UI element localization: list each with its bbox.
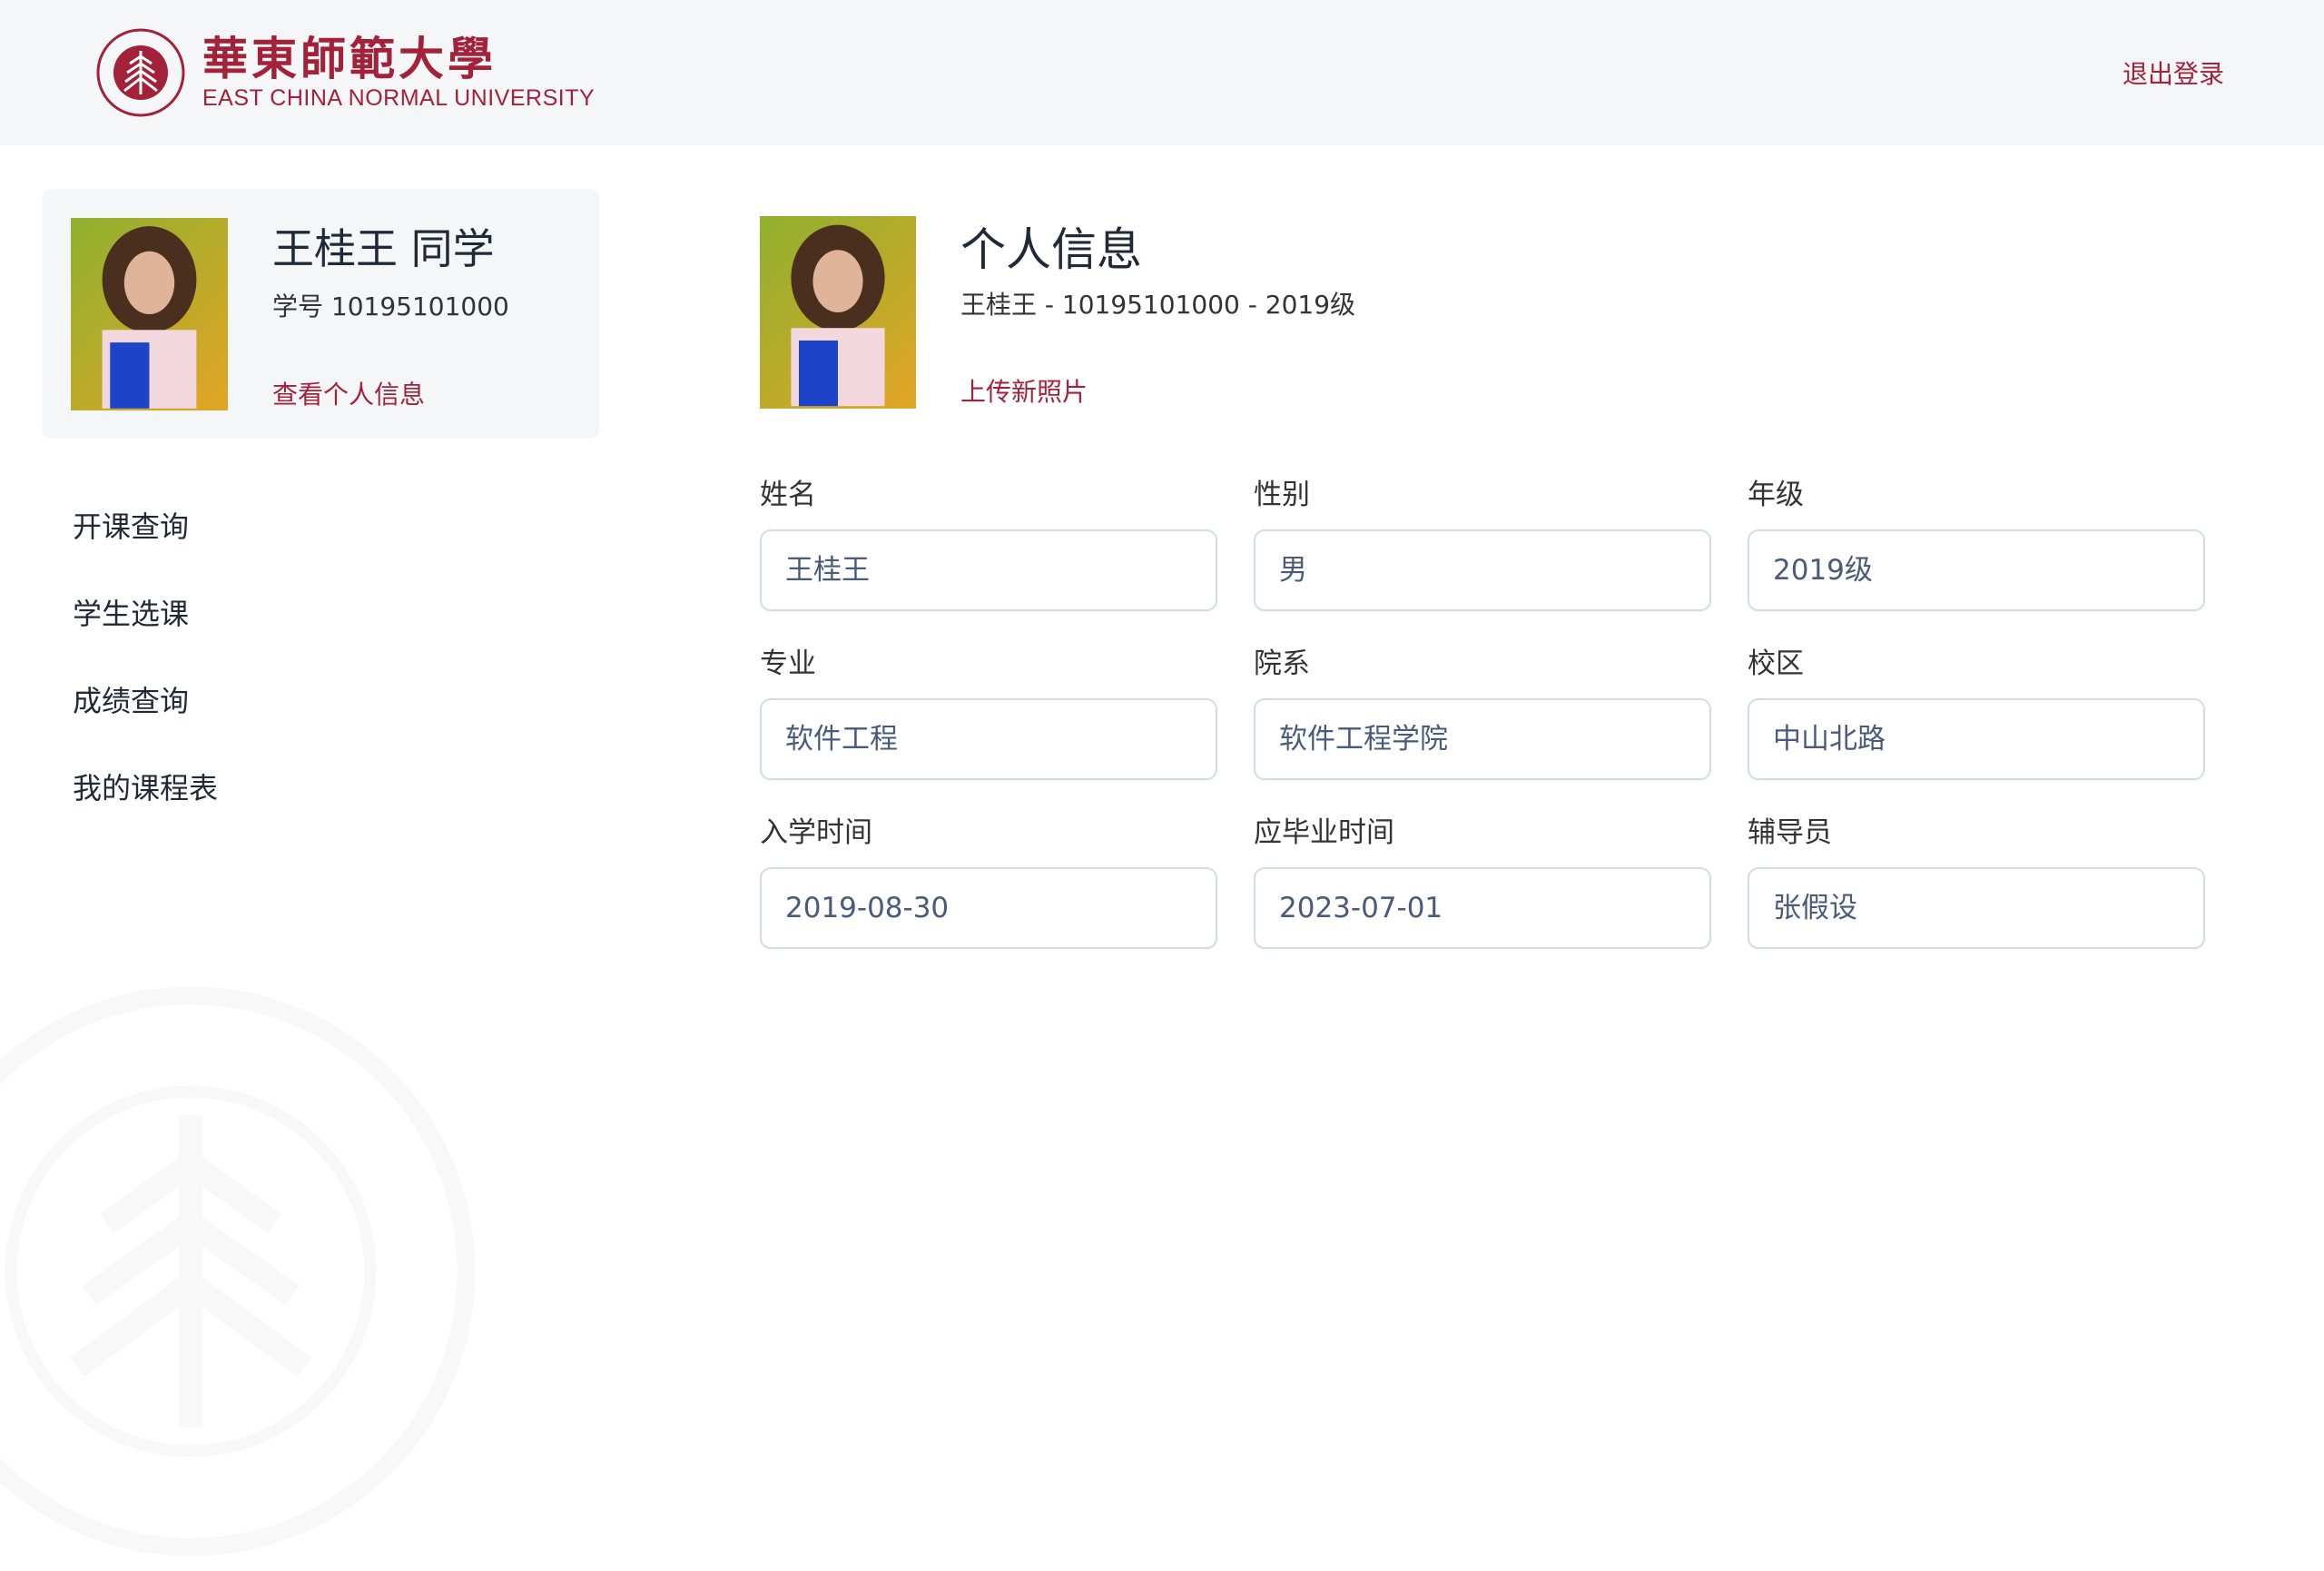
student-photo [71,218,228,410]
watermark-seal-icon [0,986,476,1556]
field-name: 姓名 王桂王 [760,477,1217,611]
university-seal-icon [96,28,185,117]
grade-input[interactable]: 2019级 [1748,529,2205,611]
field-grade: 年级 2019级 [1748,477,2205,611]
info-form: 姓名 王桂王 性别男 年级 2019级 专业 软件工程 院系 软件工程学院 校区 中山北路… [760,477,2205,949]
page-title: 个人信息 [960,223,1142,276]
logo-english-name: EAST CHINA NORMAL UNIVERSITY [202,85,596,111]
profile-photo [760,216,916,409]
header: 華東師範大學 EAST CHINA NORMAL UNIVERSITY 退出登录 [0,0,2324,145]
graduation-date-input[interactable]: 2023-07-01 [1254,867,1711,949]
name-input[interactable]: 王桂王 [760,529,1217,611]
sidebar-item-course-query[interactable]: 开课查询 [73,504,218,591]
field-enrollment-date: 入学时间 2019-08-30 [760,815,1217,949]
major-input[interactable]: 软件工程 [760,698,1217,780]
student-id: 学号 10195101000 [272,291,509,321]
student-name: 王桂王 同学 [272,224,495,273]
field-department: 院系 软件工程学院 [1254,646,1711,780]
department-input[interactable]: 软件工程学院 [1254,698,1711,780]
field-graduation-date: 应毕业时间 2023-07-01 [1254,815,1711,949]
university-logo[interactable]: 華東師範大學 EAST CHINA NORMAL UNIVERSITY [95,27,595,118]
gender-input[interactable]: 男 [1254,529,1711,611]
page-subtitle: 王桂王 - 10195101000 - 2019级 [960,290,1356,320]
field-major: 专业 软件工程 [760,646,1217,780]
sidebar-item-timetable[interactable]: 我的课程表 [73,766,218,853]
sidebar-item-grades[interactable]: 成绩查询 [73,678,218,766]
view-profile-link[interactable]: 查看个人信息 [272,375,425,411]
logo-chinese-name: 華東師範大學 [202,32,497,85]
field-campus: 校区 中山北路 [1748,646,2205,780]
field-counselor: 辅导员 张假设 [1748,815,2205,949]
counselor-input[interactable]: 张假设 [1748,867,2205,949]
sidebar-item-course-selection[interactable]: 学生选课 [73,591,218,678]
enrollment-date-input[interactable]: 2019-08-30 [760,867,1217,949]
sidebar-menu: 开课查询 学生选课 成绩查询 我的课程表 [73,504,218,853]
upload-photo-link[interactable]: 上传新照片 [960,372,1088,409]
field-gender: 性别男 [1254,477,1711,611]
campus-input[interactable]: 中山北路 [1748,698,2205,780]
logout-link[interactable]: 退出登录 [2122,54,2224,91]
profile-card: 王桂王 同学 学号 10195101000 查看个人信息 [43,189,599,439]
